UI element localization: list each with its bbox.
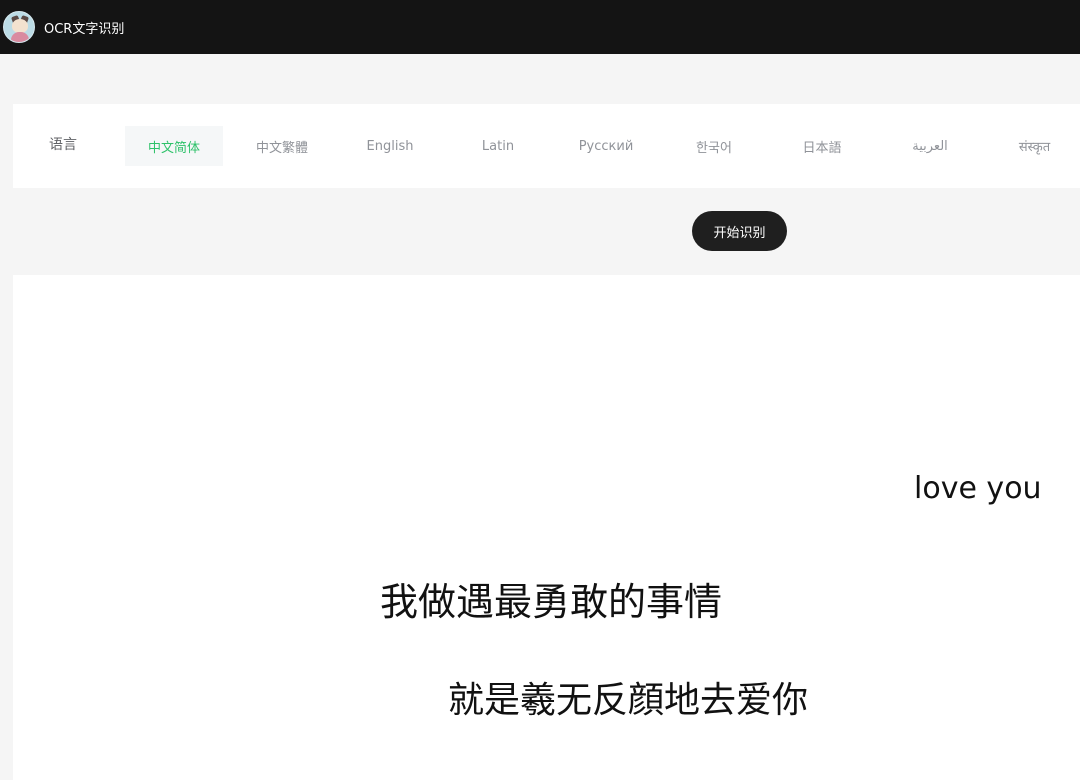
image-preview: love you 我做遇最勇敢的事情 就是羲无反顔地去爱你 (13, 275, 1080, 780)
tab-english[interactable]: English (341, 126, 439, 166)
tab-korean[interactable]: 한국어 (665, 126, 763, 166)
language-bar: 语言 中文简体 中文繁體 English Latin Русский 한국어 日… (13, 104, 1080, 188)
tab-arabic[interactable]: العربية (881, 126, 979, 166)
image-text-line: 我做遇最勇敢的事情 (380, 580, 723, 624)
cartoon-avatar-icon[interactable] (3, 11, 35, 43)
image-text-line: 就是羲无反顔地去爱你 (448, 680, 809, 721)
tab-russian[interactable]: Русский (557, 126, 655, 166)
language-label: 语言 (49, 137, 77, 153)
tab-japanese[interactable]: 日本語 (773, 126, 871, 166)
tab-zh-traditional[interactable]: 中文繁體 (233, 126, 331, 166)
top-bar: OCR文字识别 (0, 0, 1080, 54)
image-text-line: love you (914, 471, 1042, 506)
start-recognition-button[interactable]: 开始识别 (692, 211, 787, 251)
action-row: 开始识别 (0, 188, 1080, 275)
tab-latin[interactable]: Latin (449, 126, 547, 166)
tab-sanskrit[interactable]: संस्कृत (989, 126, 1080, 166)
tab-zh-simplified[interactable]: 中文简体 (125, 126, 223, 166)
app-title: OCR文字识别 (44, 21, 125, 37)
